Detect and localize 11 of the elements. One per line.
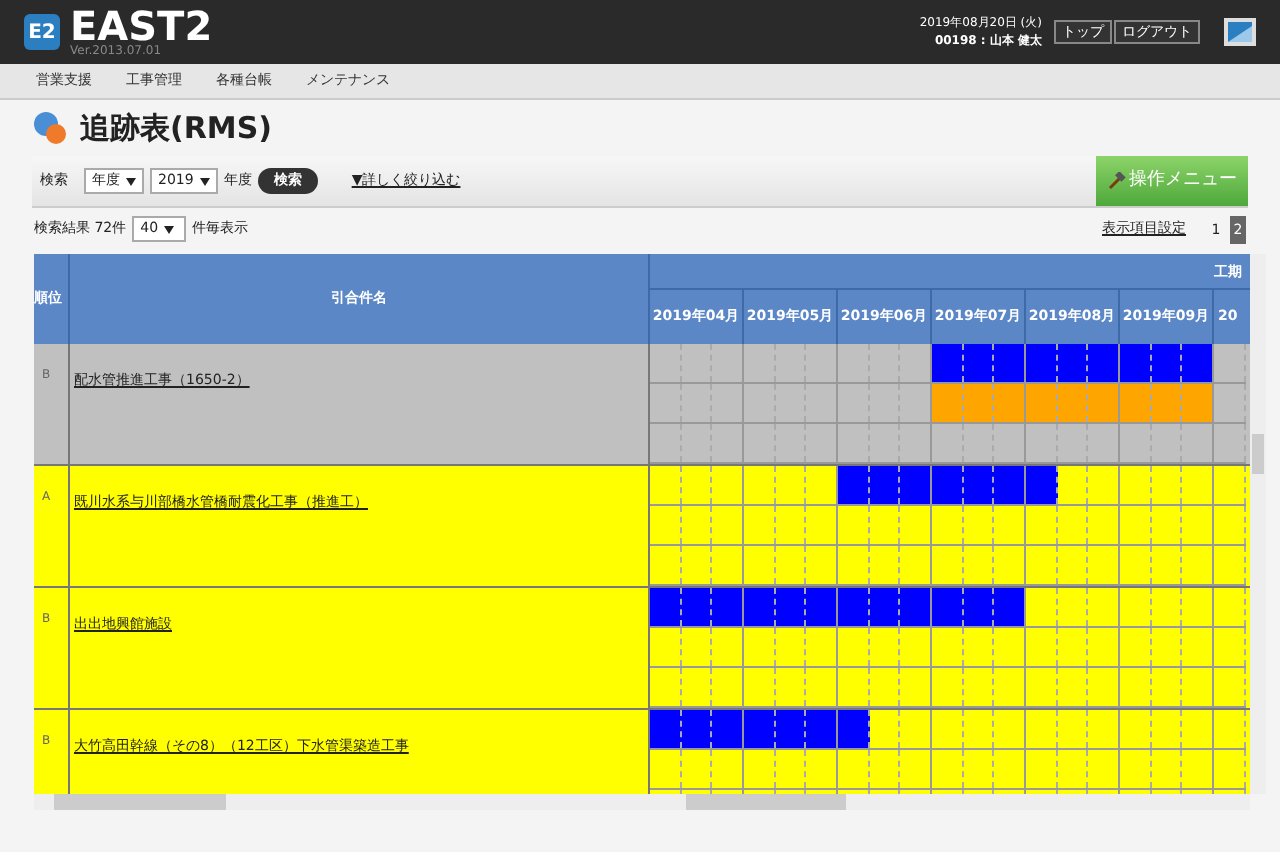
- document-icon[interactable]: [1224, 18, 1256, 46]
- search-badge-icon: [32, 110, 68, 146]
- caret-icon: [126, 177, 136, 185]
- page-title: 追跡表(RMS): [80, 107, 272, 150]
- vertical-scrollbar[interactable]: [1250, 254, 1266, 794]
- hammer-icon: [1107, 172, 1125, 190]
- logo-badge: E2: [24, 14, 60, 50]
- horizontal-scrollbar[interactable]: [34, 794, 1250, 810]
- logo: EAST2: [70, 6, 213, 46]
- caret-icon: [164, 225, 175, 233]
- caret-icon: [199, 177, 210, 185]
